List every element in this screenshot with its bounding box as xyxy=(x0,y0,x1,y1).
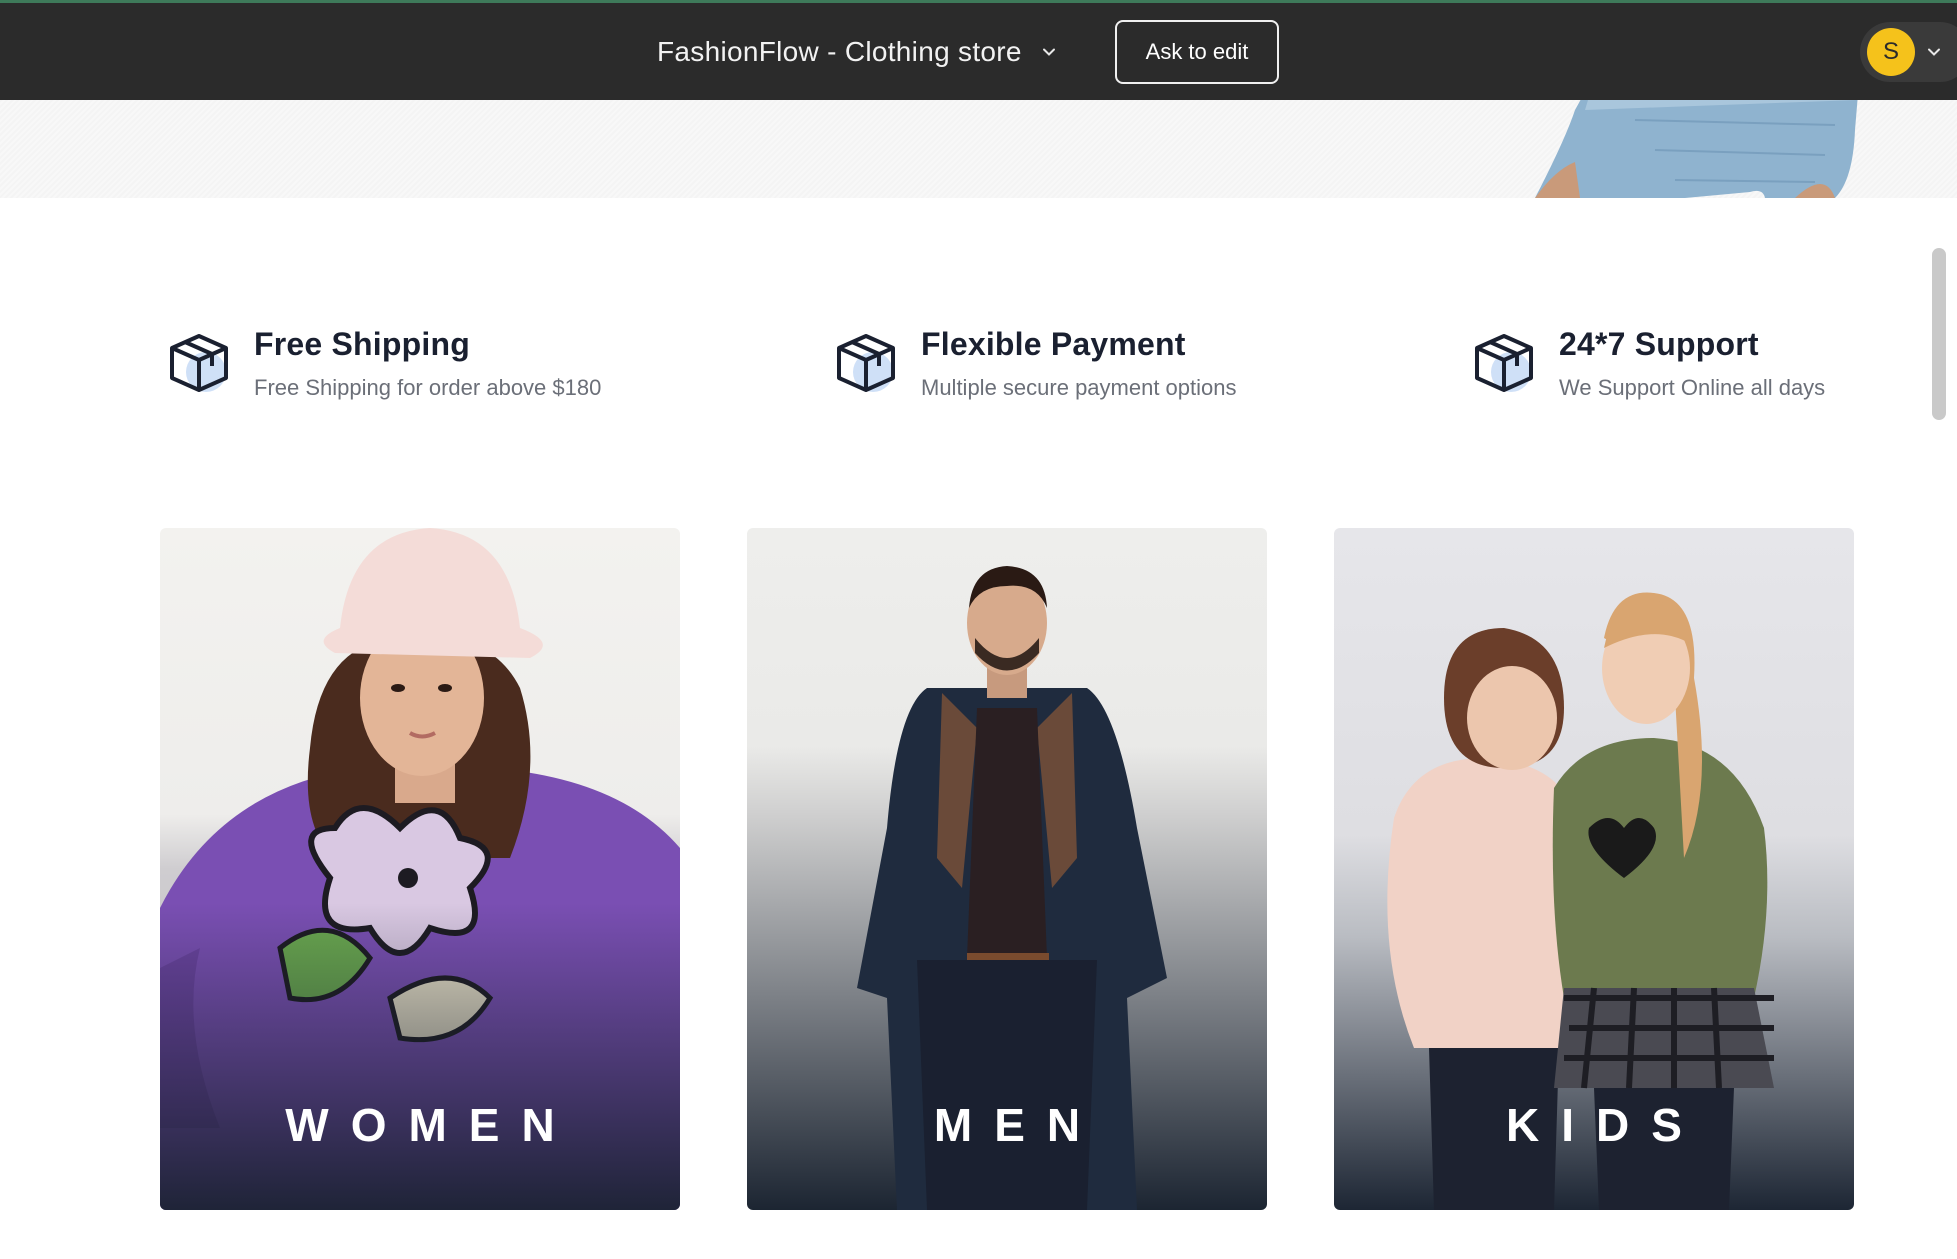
hero-banner-bottom xyxy=(0,100,1957,198)
top-accent-line xyxy=(0,0,1957,3)
account-menu[interactable]: S xyxy=(1860,22,1957,82)
feature-title: Flexible Payment xyxy=(921,326,1186,362)
category-card-kids[interactable]: KIDS xyxy=(1334,528,1854,1210)
hero-model-image xyxy=(1535,100,1858,198)
feature-subtitle: Free Shipping for order above $180 xyxy=(254,375,602,400)
chevron-down-icon xyxy=(1042,48,1055,56)
box-icon xyxy=(1475,334,1533,392)
feature-support: 24*7 Support We Support Online all days xyxy=(1471,322,1825,412)
chevron-down-icon xyxy=(1928,48,1940,56)
page-scrollbar[interactable] xyxy=(1932,248,1946,420)
feature-free-shipping: Free Shipping Free Shipping for order ab… xyxy=(166,322,601,412)
top-bar: FashionFlow - Clothing store Ask to edit… xyxy=(0,0,1957,100)
document-title-menu[interactable]: FashionFlow - Clothing store xyxy=(657,32,1056,72)
feature-subtitle: We Support Online all days xyxy=(1559,375,1826,400)
category-label-kids: KIDS xyxy=(1506,1099,1704,1151)
ask-to-edit-button[interactable]: Ask to edit xyxy=(1115,20,1279,84)
feature-flexible-payment: Flexible Payment Multiple secure payment… xyxy=(833,322,1237,412)
category-card-women[interactable]: WOMEN xyxy=(160,528,680,1210)
feature-subtitle: Multiple secure payment options xyxy=(921,375,1237,400)
category-label-men: MEN xyxy=(933,1099,1103,1151)
category-card-men[interactable]: MEN xyxy=(747,528,1267,1210)
category-label-women: WOMEN xyxy=(285,1099,577,1151)
avatar: S xyxy=(1867,28,1915,76)
box-icon xyxy=(837,334,895,392)
box-icon xyxy=(170,334,228,392)
document-title: FashionFlow - Clothing store xyxy=(657,36,1022,67)
feature-title: 24*7 Support xyxy=(1559,326,1759,362)
feature-title: Free Shipping xyxy=(254,326,470,362)
